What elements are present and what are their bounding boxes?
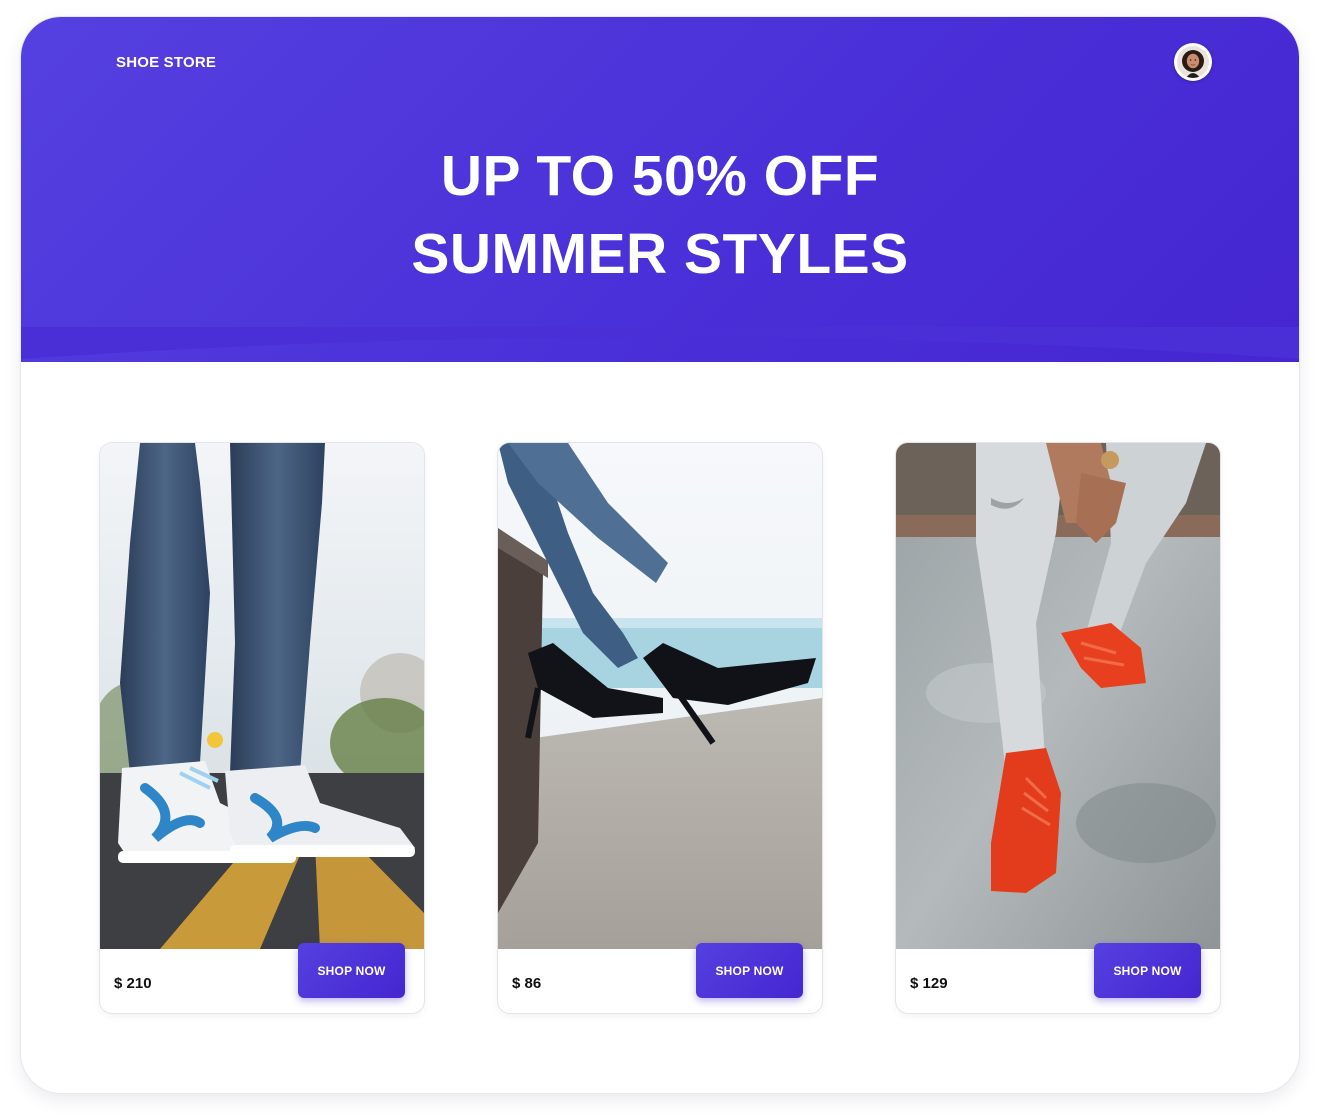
product-price: $ 129 <box>910 975 948 992</box>
product-price: $ 86 <box>512 975 542 992</box>
product-image-white-blue-sneakers[interactable] <box>100 443 424 949</box>
product-card[interactable]: $ 210 SHOP NOW <box>100 443 424 1013</box>
product-card[interactable]: $ 129 SHOP NOW <box>896 443 1220 1013</box>
hero-headline: UP TO 50% OFF SUMMER STYLES <box>21 137 1299 293</box>
brand-logo[interactable]: SHOE STORE <box>116 54 216 71</box>
product-card[interactable]: $ 86 SHOP NOW <box>498 443 822 1013</box>
shop-now-button[interactable]: SHOP NOW <box>696 943 803 998</box>
shop-now-button[interactable]: SHOP NOW <box>298 943 405 998</box>
hero-curve <box>21 327 1299 359</box>
avatar-icon <box>1177 46 1209 78</box>
product-image-black-high-heels[interactable] <box>498 443 822 949</box>
user-avatar[interactable] <box>1174 43 1212 81</box>
shop-now-button[interactable]: SHOP NOW <box>1094 943 1201 998</box>
product-price: $ 210 <box>114 975 152 992</box>
product-image-red-sneakers[interactable] <box>896 443 1220 949</box>
page-frame: SHOE STORE UP TO 50% OFF SUMMER STYLES $… <box>21 17 1299 1093</box>
hero-line-1: UP TO 50% OFF <box>440 144 880 208</box>
hero-line-2: SUMMER STYLES <box>411 222 909 286</box>
